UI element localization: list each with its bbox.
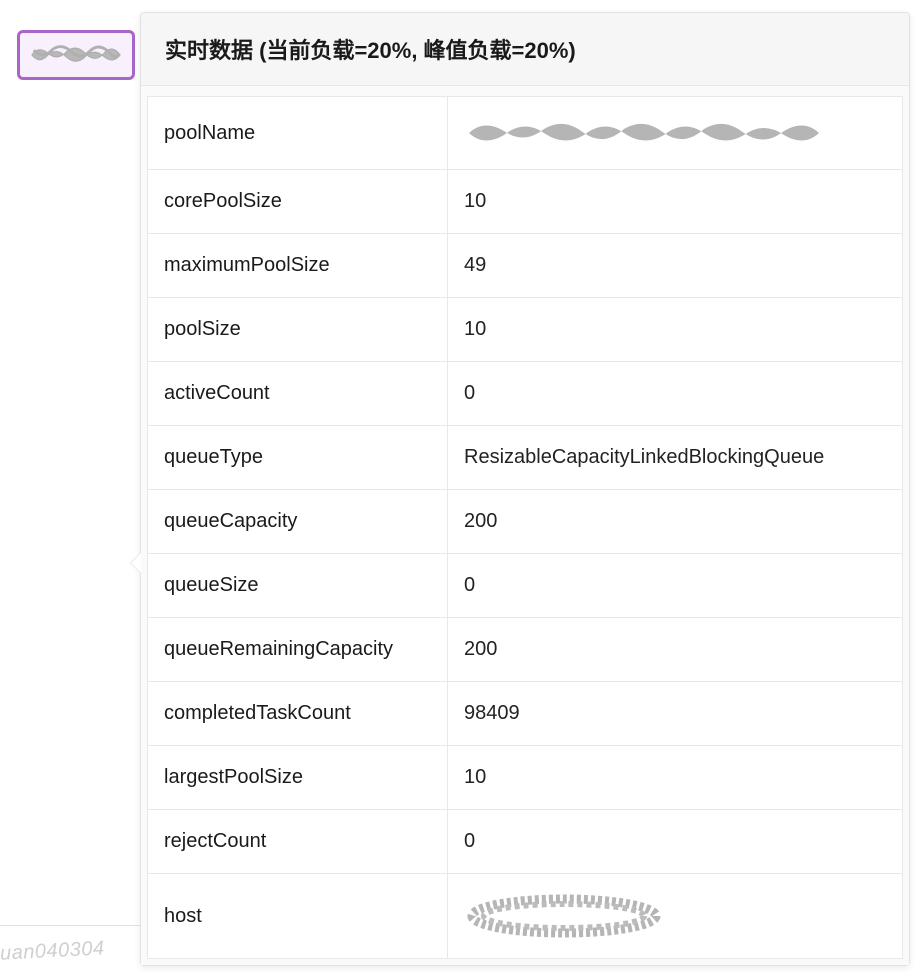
metric-key: largestPoolSize [148, 746, 448, 810]
redacted-scribble-icon [464, 117, 824, 149]
metric-value: 0 [448, 362, 903, 426]
table-row: largestPoolSize10 [148, 746, 903, 810]
metric-key: rejectCount [148, 810, 448, 874]
metric-key: completedTaskCount [148, 682, 448, 746]
popover-arrow-icon [131, 553, 141, 573]
metric-value: 10 [448, 298, 903, 362]
metric-key: poolSize [148, 298, 448, 362]
metric-key: queueSize [148, 554, 448, 618]
table-row: queueTypeResizableCapacityLinkedBlocking… [148, 426, 903, 490]
metric-value: 0 [448, 810, 903, 874]
metric-value: ResizableCapacityLinkedBlockingQueue [448, 426, 903, 490]
popover-title: 实时数据 (当前负载=20%, 峰值负载=20%) [141, 13, 909, 86]
metric-key: queueRemainingCapacity [148, 618, 448, 682]
metric-key: corePoolSize [148, 170, 448, 234]
realtime-data-popover: 实时数据 (当前负载=20%, 峰值负载=20%) poolNamecorePo… [140, 12, 910, 966]
metric-key: activeCount [148, 362, 448, 426]
metric-key: maximumPoolSize [148, 234, 448, 298]
redacted-scribble-icon [29, 40, 124, 70]
pool-tag[interactable] [17, 30, 135, 80]
table-row: host [148, 874, 903, 959]
table-row: activeCount0 [148, 362, 903, 426]
metric-key: queueCapacity [148, 490, 448, 554]
metric-value: 49 [448, 234, 903, 298]
metric-value: 98409 [448, 682, 903, 746]
threadpool-metrics-table: poolNamecorePoolSize10maximumPoolSize49p… [147, 96, 903, 959]
metric-value [448, 874, 903, 959]
table-row: completedTaskCount98409 [148, 682, 903, 746]
metric-value: 200 [448, 618, 903, 682]
popover-body: poolNamecorePoolSize10maximumPoolSize49p… [141, 86, 909, 965]
metric-value: 0 [448, 554, 903, 618]
table-row: queueSize0 [148, 554, 903, 618]
table-row: poolSize10 [148, 298, 903, 362]
table-row: queueRemainingCapacity200 [148, 618, 903, 682]
table-row: poolName [148, 97, 903, 170]
watermark-text: uan040304 [0, 937, 105, 965]
metric-key: poolName [148, 97, 448, 170]
metric-value: 200 [448, 490, 903, 554]
table-row: queueCapacity200 [148, 490, 903, 554]
table-row: maximumPoolSize49 [148, 234, 903, 298]
redacted-scribble-icon [464, 894, 664, 938]
table-row: rejectCount0 [148, 810, 903, 874]
table-row: corePoolSize10 [148, 170, 903, 234]
metric-key: host [148, 874, 448, 959]
divider [0, 925, 140, 926]
metric-value: 10 [448, 746, 903, 810]
metric-key: queueType [148, 426, 448, 490]
metric-value: 10 [448, 170, 903, 234]
metric-value [448, 97, 903, 170]
